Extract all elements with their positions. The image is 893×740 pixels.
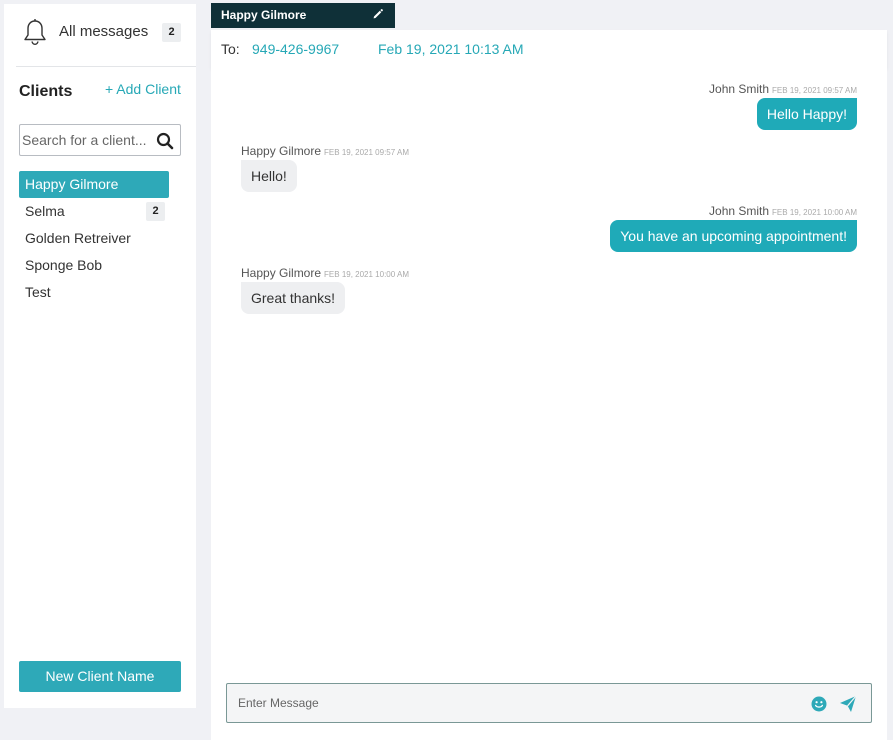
message-sender: Happy Gilmore	[241, 144, 322, 158]
chat-area: John Smith FEB 19, 2021 09:57 AM Hello Ha…	[211, 68, 887, 740]
message-outgoing: John Smith FEB 19, 2021 09:57 AM Hello Ha…	[709, 82, 857, 130]
message-outgoing: John Smith FEB 19, 2021 10:00 AM You have…	[610, 204, 857, 252]
message-timestamp: FEB 19, 2021 10:00 AM	[772, 208, 857, 217]
message-meta: John Smith FEB 19, 2021 09:57 AM	[709, 82, 857, 96]
client-name: Test	[25, 284, 51, 300]
client-search-input[interactable]	[22, 126, 152, 154]
message-incoming: Happy Gilmore FEB 19, 2021 10:00 AM Great…	[241, 266, 409, 314]
client-name: Happy Gilmore	[25, 176, 119, 192]
sidebar-divider	[16, 66, 196, 67]
message-input[interactable]	[238, 693, 798, 713]
message-meta: Happy Gilmore FEB 19, 2021 10:00 AM	[241, 266, 409, 280]
all-messages-label: All messages	[59, 23, 149, 40]
all-messages-count-badge: 2	[162, 23, 181, 42]
client-name: Golden Retreiver	[25, 230, 131, 246]
message-sender: John Smith	[709, 82, 770, 96]
message-sender: Happy Gilmore	[241, 266, 322, 280]
add-client-link[interactable]: + Add Client	[105, 81, 181, 97]
message-timestamp: FEB 19, 2021 10:00 AM	[324, 270, 409, 279]
bell-icon	[24, 19, 46, 46]
message-composer	[226, 683, 872, 723]
message-meta: Happy Gilmore FEB 19, 2021 09:57 AM	[241, 144, 409, 158]
recipient-phone[interactable]: 949-426-9967	[252, 41, 339, 57]
message-timestamp: FEB 19, 2021 09:57 AM	[772, 86, 857, 95]
unread-count-badge: 2	[146, 202, 165, 221]
sidebar: All messages 2 Clients + Add Client Happ…	[4, 4, 196, 708]
new-client-name-button[interactable]: New Client Name	[19, 661, 181, 692]
client-name: Sponge Bob	[25, 257, 103, 273]
client-item-golden-retreiver[interactable]: Golden Retreiver	[19, 225, 169, 252]
message-incoming: Happy Gilmore FEB 19, 2021 09:57 AM Hello…	[241, 144, 409, 192]
conversation-header: To: 949-426-9967 Feb 19, 2021 10:13 AM	[211, 30, 887, 68]
all-messages-item[interactable]: All messages 2	[4, 4, 196, 67]
client-item-selma[interactable]: Selma 2	[19, 198, 169, 225]
message-meta: John Smith FEB 19, 2021 10:00 AM	[610, 204, 857, 218]
message-sender: John Smith	[709, 204, 770, 218]
client-name: Selma	[25, 203, 65, 219]
message-bubble: Hello!	[241, 160, 297, 192]
conversation-tab-title: Happy Gilmore	[221, 8, 307, 22]
smile-icon[interactable]	[811, 696, 827, 712]
client-item-test[interactable]: Test	[19, 279, 169, 306]
search-icon[interactable]	[156, 132, 174, 150]
client-item-happy-gilmore[interactable]: Happy Gilmore	[19, 171, 169, 198]
conversation-date: Feb 19, 2021 10:13 AM	[378, 41, 524, 57]
pencil-icon[interactable]	[372, 8, 384, 20]
conversation-tab[interactable]: Happy Gilmore	[211, 3, 395, 28]
to-label: To:	[221, 41, 240, 57]
client-list: Happy Gilmore Selma 2 Golden Retreiver S…	[19, 171, 169, 306]
message-bubble: Hello Happy!	[756, 98, 857, 130]
client-search-box	[19, 124, 181, 156]
client-item-sponge-bob[interactable]: Sponge Bob	[19, 252, 169, 279]
message-bubble: You have an upcoming appointment!	[610, 220, 857, 252]
message-timestamp: FEB 19, 2021 09:57 AM	[324, 148, 409, 157]
send-icon[interactable]	[839, 695, 857, 713]
clients-heading: Clients	[19, 83, 73, 100]
message-bubble: Great thanks!	[241, 282, 346, 314]
